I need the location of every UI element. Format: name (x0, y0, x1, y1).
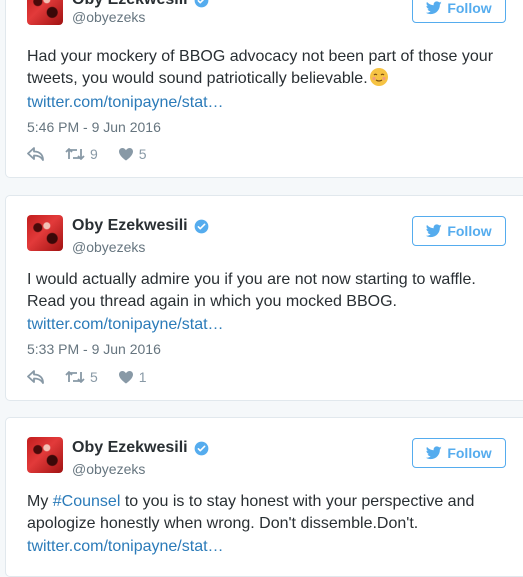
author-name[interactable]: Oby Ezekwesili (72, 0, 188, 9)
heart-icon (118, 371, 133, 384)
avatar[interactable] (27, 0, 63, 25)
retweet-icon (65, 371, 85, 383)
follow-button[interactable]: Follow (412, 0, 506, 23)
retweet-count: 5 (90, 369, 98, 385)
tweet-actions: 5 1 (27, 369, 167, 385)
heart-icon (118, 148, 133, 161)
verified-icon (194, 219, 208, 233)
twitter-bird-icon (426, 224, 443, 238)
twitter-bird-icon (426, 1, 443, 15)
retweet-icon (65, 148, 85, 160)
tweet-text-before: My (27, 493, 53, 510)
avatar[interactable] (27, 437, 63, 473)
tweet-text: My #Counsel to you is to stay honest wit… (27, 491, 507, 535)
like-count: 1 (138, 369, 147, 385)
follow-button[interactable]: Follow (412, 438, 506, 468)
tweet-link[interactable]: twitter.com/tonipayne/stat… (27, 538, 224, 556)
retweet-button[interactable]: 5 (65, 369, 98, 385)
reply-button[interactable] (27, 147, 45, 161)
author-name[interactable]: Oby Ezekwesili (72, 217, 188, 235)
tweet-actions: 9 5 (27, 146, 167, 162)
tweet-timestamp[interactable]: 5:46 PM - 9 Jun 2016 (27, 119, 161, 135)
relieved-face-emoji-icon (369, 68, 388, 86)
hashtag-link[interactable]: #Counsel (53, 493, 121, 510)
verified-icon (194, 0, 208, 7)
author-name[interactable]: Oby Ezekwesili (72, 439, 188, 457)
tweet-card: Oby Ezekwesili @obyezeks Follow My #Coun… (5, 417, 523, 577)
author-handle[interactable]: @obyezeks (72, 9, 145, 25)
tweet-link[interactable]: twitter.com/tonipayne/stat… (27, 316, 224, 334)
verified-icon (194, 441, 208, 455)
author-row: Oby Ezekwesili (72, 439, 209, 457)
follow-label: Follow (447, 223, 492, 239)
like-button[interactable]: 1 (118, 369, 147, 385)
author-row: Oby Ezekwesili (72, 0, 209, 9)
follow-button[interactable]: Follow (412, 216, 506, 246)
author-row: Oby Ezekwesili (72, 217, 209, 235)
twitter-bird-icon (426, 446, 443, 460)
avatar[interactable] (27, 215, 63, 251)
author-handle[interactable]: @obyezeks (72, 461, 145, 477)
like-count: 5 (138, 146, 147, 162)
retweet-count: 9 (90, 146, 98, 162)
tweet-timestamp[interactable]: 5:33 PM - 9 Jun 2016 (27, 341, 161, 357)
tweet-link[interactable]: twitter.com/tonipayne/stat… (27, 94, 224, 112)
tweet-card: Oby Ezekwesili @obyezeks Follow Had your… (5, 0, 523, 178)
retweet-button[interactable]: 9 (65, 146, 98, 162)
reply-icon (27, 370, 44, 384)
tweet-text: I would actually admire you if you are n… (27, 271, 476, 310)
follow-label: Follow (447, 0, 492, 16)
like-button[interactable]: 5 (118, 146, 147, 162)
reply-icon (27, 147, 44, 161)
tweet-text: Had your mockery of BBOG advocacy not be… (27, 46, 507, 90)
follow-label: Follow (447, 445, 492, 461)
author-handle[interactable]: @obyezeks (72, 239, 145, 255)
reply-button[interactable] (27, 370, 45, 384)
tweet-text-body: Had your mockery of BBOG advocacy not be… (27, 48, 494, 87)
tweet-card: Oby Ezekwesili @obyezeks Follow I would … (5, 195, 523, 401)
